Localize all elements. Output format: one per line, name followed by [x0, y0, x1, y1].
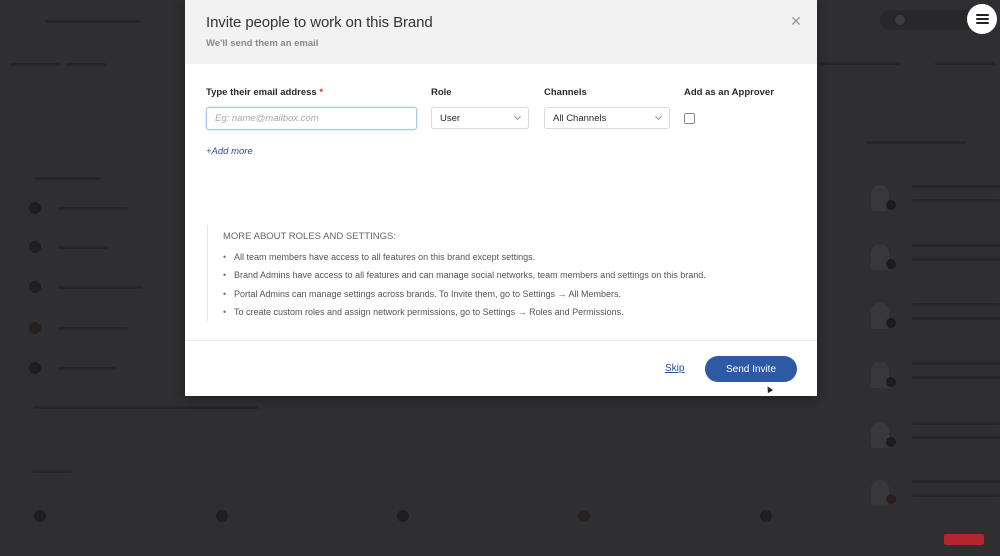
- subscribe-badge: [944, 534, 984, 545]
- roles-info-item: Brand Admins have access to all features…: [223, 266, 797, 285]
- background-right-title: [866, 141, 966, 144]
- background-right-text: [912, 494, 1000, 497]
- background-toggle-knob: [895, 15, 905, 25]
- background-status-dot: [886, 437, 896, 447]
- modal-header: Invite people to work on this Brand We'l…: [185, 0, 817, 64]
- background-list-text: [58, 327, 128, 330]
- close-button[interactable]: ✕: [789, 14, 803, 28]
- background-right-text: [912, 480, 1000, 483]
- role-label: Role: [431, 87, 452, 98]
- approver-label: Add as an Approver: [684, 87, 774, 98]
- background-right-text: [912, 317, 1000, 320]
- background-right-text: [912, 303, 1000, 306]
- background-card-icon: [34, 510, 46, 522]
- modal-title: Invite people to work on this Brand: [206, 14, 433, 31]
- close-icon: ✕: [790, 13, 802, 29]
- background-right-text: [912, 244, 1000, 247]
- roles-info-title: MORE ABOUT ROLES AND SETTINGS:: [223, 231, 396, 242]
- background-card-icon: [216, 510, 228, 522]
- background-right-text: [912, 436, 1000, 439]
- add-more-link[interactable]: +Add more: [206, 146, 253, 157]
- role-selected-value: User: [440, 112, 461, 124]
- background-status-dot: [886, 318, 896, 328]
- background-section-title: [32, 470, 72, 473]
- modal-subtitle: We'll send them an email: [206, 38, 319, 49]
- approver-checkbox[interactable]: [684, 113, 695, 124]
- chevron-down-icon: [513, 112, 522, 121]
- roles-info-item: Portal Admins can manage settings across…: [223, 285, 797, 304]
- background-card-icon: [578, 510, 590, 522]
- channels-selected-value: All Channels: [553, 112, 607, 124]
- background-right-bar: [935, 62, 995, 65]
- roles-info-section: MORE ABOUT ROLES AND SETTINGS: All team …: [207, 225, 797, 321]
- background-list-text: [58, 286, 143, 289]
- background-list-icon: [29, 241, 41, 253]
- background-card-icon: [760, 510, 772, 522]
- background-right-text: [912, 422, 1000, 425]
- background-nav-bar: [10, 63, 60, 66]
- chevron-down-icon: [654, 112, 663, 121]
- background-section-title: [35, 177, 100, 180]
- channels-select[interactable]: All Channels: [544, 107, 670, 129]
- roles-info-item: All team members have access to all feat…: [223, 248, 797, 267]
- background-divider-text: [33, 406, 258, 409]
- email-label: Type their email address *: [206, 87, 323, 98]
- background-list-icon: [29, 322, 41, 334]
- background-list-text: [58, 367, 116, 370]
- channels-label: Channels: [544, 87, 587, 98]
- invite-modal: Invite people to work on this Brand We'l…: [185, 0, 817, 396]
- hamburger-menu-button[interactable]: [967, 4, 997, 34]
- background-list-icon: [29, 281, 41, 293]
- background-right-bar: [820, 62, 900, 65]
- background-header-bar: [45, 20, 140, 23]
- email-input[interactable]: [206, 107, 417, 130]
- background-right-text: [912, 376, 1000, 379]
- email-label-text: Type their email address: [206, 87, 317, 98]
- background-right-text: [912, 362, 1000, 365]
- background-list-text: [58, 246, 108, 249]
- roles-info-item: To create custom roles and assign networ…: [223, 303, 797, 322]
- background-status-dot: [886, 494, 896, 504]
- background-right-text: [912, 258, 1000, 261]
- background-list-text: [58, 207, 128, 210]
- role-select[interactable]: User: [431, 107, 529, 129]
- footer-divider: [185, 340, 817, 341]
- background-status-dot: [886, 259, 896, 269]
- background-right-text: [912, 199, 1000, 202]
- background-nav-bar: [66, 63, 106, 66]
- background-list-icon: [29, 202, 41, 214]
- background-right-text: [912, 185, 1000, 188]
- send-invite-button[interactable]: Send Invite: [705, 356, 797, 382]
- background-card-icon: [397, 510, 409, 522]
- roles-info-list: All team members have access to all feat…: [223, 248, 797, 321]
- background-list-icon: [29, 362, 41, 374]
- background-status-dot: [886, 377, 896, 387]
- skip-link[interactable]: Skip: [665, 363, 684, 374]
- required-marker: *: [319, 87, 324, 98]
- hamburger-menu-icon: [975, 14, 989, 24]
- background-status-dot: [886, 200, 896, 210]
